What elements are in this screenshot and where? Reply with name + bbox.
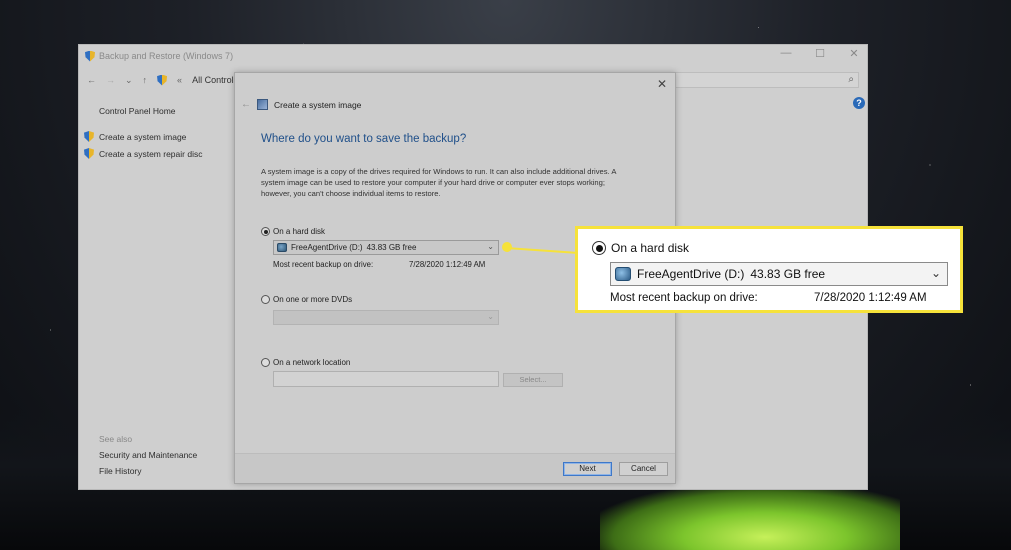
callout-recent-label: Most recent backup on drive: — [610, 292, 758, 304]
drive-icon — [277, 243, 287, 252]
callout-radio-hard-disk: On a hard disk — [592, 241, 689, 255]
radio-button[interactable] — [261, 358, 270, 367]
radio-network-location[interactable]: On a network location — [261, 358, 350, 367]
glowing-tent — [600, 488, 900, 550]
help-icon[interactable]: ? — [853, 97, 865, 109]
back-arrow-icon[interactable]: ← — [241, 99, 251, 110]
radio-button-selected — [592, 241, 606, 255]
search-icon: ⌕ — [848, 74, 854, 85]
maximize-button[interactable]: ☐ — [813, 47, 827, 60]
sidebar-item-file-history[interactable]: File History — [99, 466, 142, 476]
callout-drive-dropdown: FreeAgentDrive (D:) 43.83 GB free ⌄ — [610, 262, 948, 286]
sidebar-item-label: Create a system repair disc — [99, 148, 203, 159]
sidebar-item-label: Create a system image — [99, 131, 187, 142]
callout-recent-value: 7/28/2020 1:12:49 AM — [814, 292, 927, 304]
sidebar-item-label: Control Panel Home — [99, 106, 176, 116]
up-arrow-icon[interactable]: ↑ — [143, 75, 148, 85]
dialog-header: ← Create a system image — [241, 99, 361, 110]
sidebar-item-create-system-image[interactable]: Create a system image — [84, 131, 186, 142]
select-button: Select... — [503, 373, 563, 387]
chevron-down-icon: ⌄ — [487, 242, 494, 251]
window-controls: — ☐ ✕ — [779, 47, 861, 60]
control-panel-icon — [85, 51, 95, 62]
recent-backup-label: Most recent backup on drive: — [273, 260, 374, 269]
radio-label: On a hard disk — [273, 227, 326, 236]
sidebar-item-control-panel-home[interactable]: Control Panel Home — [99, 106, 176, 116]
zoom-callout: On a hard disk FreeAgentDrive (D:) 43.83… — [575, 226, 963, 313]
dialog-description: A system image is a copy of the drives r… — [261, 167, 616, 198]
hard-disk-dropdown[interactable]: FreeAgentDrive (D:) 43.83 GB free ⌄ — [273, 240, 499, 255]
cancel-button[interactable]: Cancel — [619, 462, 668, 476]
breadcrumb-chevron-icon: « — [177, 75, 183, 85]
back-arrow-icon[interactable]: ← — [87, 75, 96, 85]
network-location-input — [273, 371, 499, 387]
drive-free-space: 43.83 GB free — [366, 243, 417, 252]
dvd-dropdown: ⌄ — [273, 310, 499, 325]
dialog-title: Create a system image — [274, 99, 362, 110]
close-window-button[interactable]: ✕ — [847, 47, 861, 60]
system-image-icon — [257, 99, 268, 110]
radio-label: On one or more DVDs — [273, 295, 353, 304]
radio-hard-disk[interactable]: On a hard disk — [261, 227, 325, 236]
dialog-footer: Next Cancel — [235, 453, 675, 483]
radio-dvds[interactable]: On one or more DVDs — [261, 295, 352, 304]
sidebar-item-label: File History — [99, 466, 142, 476]
close-dialog-button[interactable]: ✕ — [655, 77, 669, 91]
chevron-down-icon: ⌄ — [487, 312, 494, 321]
shield-icon — [84, 131, 94, 142]
callout-drive-free-space: 43.83 GB free — [750, 267, 826, 281]
window-title: Backup and Restore (Windows 7) — [99, 51, 234, 61]
breadcrumb-icon — [157, 75, 167, 86]
sidebar-item-security-maintenance[interactable]: Security and Maintenance — [99, 450, 197, 460]
drive-icon — [615, 267, 631, 281]
minimize-button[interactable]: — — [779, 47, 793, 60]
next-button[interactable]: Next — [563, 462, 612, 476]
callout-drive-name: FreeAgentDrive (D:) — [637, 267, 745, 281]
callout-radio-label: On a hard disk — [611, 241, 690, 255]
window-titlebar: Backup and Restore (Windows 7) — ☐ ✕ — [79, 45, 867, 67]
chevron-down-icon: ⌄ — [930, 266, 941, 280]
recent-backup-info: Most recent backup on drive: 7/28/2020 1… — [273, 260, 485, 269]
radio-button-selected[interactable] — [261, 227, 270, 236]
dialog-heading: Where do you want to save the backup? — [261, 133, 467, 145]
sidebar-item-label: Security and Maintenance — [99, 450, 198, 460]
drive-name: FreeAgentDrive (D:) — [291, 243, 363, 252]
forward-arrow-icon[interactable]: → — [106, 75, 115, 85]
sidebar-item-create-repair-disc[interactable]: Create a system repair disc — [84, 148, 202, 159]
chevron-down-icon[interactable]: ⌄ — [125, 75, 133, 86]
radio-button[interactable] — [261, 295, 270, 304]
recent-backup-value: 7/28/2020 1:12:49 AM — [409, 260, 486, 269]
see-also-heading: See also — [99, 434, 133, 444]
callout-recent-backup-info: Most recent backup on drive: 7/28/2020 1… — [610, 292, 927, 304]
shield-icon — [84, 148, 94, 159]
radio-label: On a network location — [273, 358, 351, 367]
